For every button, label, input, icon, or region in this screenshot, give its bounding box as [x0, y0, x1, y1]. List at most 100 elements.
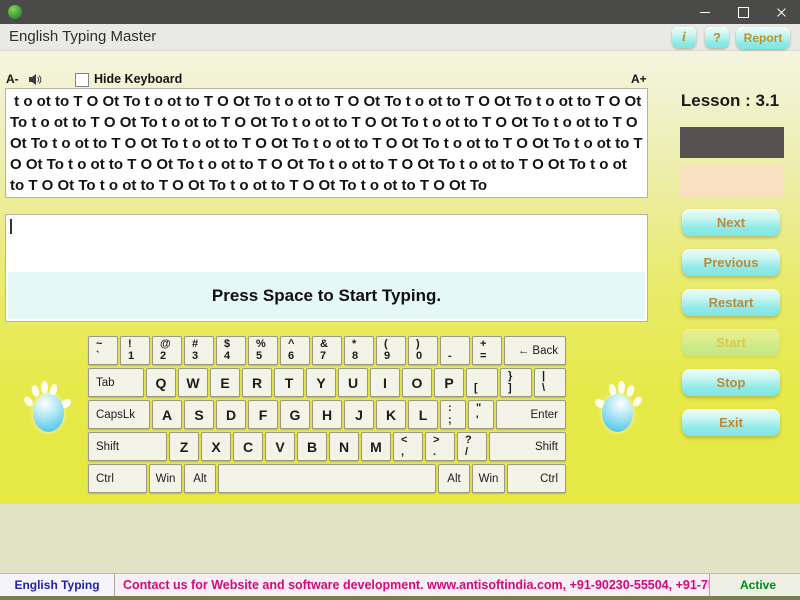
- status-bar: English Typing Master Contact us for Web…: [0, 573, 800, 597]
- key-9: (9: [376, 336, 406, 365]
- maximize-icon: [737, 6, 749, 18]
- key-e: E: [210, 368, 240, 397]
- key-t: T: [274, 368, 304, 397]
- key-]: }]: [500, 368, 532, 397]
- report-button[interactable]: Report: [736, 27, 790, 49]
- key-w: W: [178, 368, 208, 397]
- key-.: >.: [425, 432, 455, 461]
- app-window: English Typing Master i ? Report A- Hide…: [0, 0, 800, 600]
- restart-button[interactable]: Restart: [682, 289, 780, 316]
- lesson-title: Lesson : 3.1: [680, 91, 780, 110]
- keyboard-row: Tab Q W E R T Y U I O P[}] | \: [88, 368, 566, 397]
- prompt-text: Press Space to Start Typing.: [211, 285, 442, 305]
- key-y: Y: [306, 368, 336, 397]
- close-icon: [776, 7, 787, 18]
- key-tab: Tab: [88, 368, 144, 397]
- close-button[interactable]: [762, 0, 800, 24]
- key-m: M: [361, 432, 391, 461]
- key-l: L: [408, 400, 438, 429]
- display-panel-peach: [680, 166, 784, 197]
- exit-button[interactable]: Exit: [682, 409, 780, 436]
- key-space: [218, 464, 436, 493]
- font-increase-button[interactable]: A+: [631, 72, 647, 87]
- lower-band: [0, 504, 800, 573]
- key-shift: Shift: [489, 432, 566, 461]
- key-shift: Shift: [88, 432, 167, 461]
- app-title: English Typing Master: [9, 28, 157, 45]
- key-n: N: [329, 432, 359, 461]
- key-g: G: [280, 400, 310, 429]
- key-8: * 8: [344, 336, 374, 365]
- minimize-button[interactable]: [686, 0, 724, 24]
- key-[: [: [466, 368, 498, 397]
- lesson-text-display: t o ot to T O Ot To t o ot to T O Ot To …: [5, 88, 648, 198]
- minimize-icon: [700, 11, 710, 13]
- text-caret: [10, 219, 12, 234]
- bottom-strip: [0, 596, 800, 600]
- key-capslk: CapsLk: [88, 400, 150, 429]
- key-k: K: [376, 400, 406, 429]
- hide-keyboard-label: Hide Keyboard: [94, 72, 183, 86]
- display-panel-dark: [680, 127, 784, 158]
- next-button[interactable]: Next: [682, 209, 780, 236]
- status-app-name: English Typing Master: [0, 574, 115, 597]
- keyboard-row: CapsLk A S D F G H J K L:; " ' Enter: [88, 400, 566, 429]
- key-a: A: [152, 400, 182, 429]
- key-5: % 5: [248, 336, 278, 365]
- key-3: #3: [184, 336, 214, 365]
- key-v: V: [265, 432, 295, 461]
- key-c: C: [233, 432, 263, 461]
- stop-button[interactable]: Stop: [682, 369, 780, 396]
- key-\: | \: [534, 368, 566, 397]
- keyboard-row: ~ `! 1 @2 #3 $4% 5 ^ 6 & 7 * 8(9) 0- + = ← Back: [88, 336, 566, 365]
- key-ctrl: Ctrl: [507, 464, 566, 493]
- key-z: Z: [169, 432, 199, 461]
- left-hand-icon: [22, 381, 73, 433]
- key-1: ! 1: [120, 336, 150, 365]
- key-7: & 7: [312, 336, 342, 365]
- status-marquee: Contact us for Website and software deve…: [115, 574, 710, 597]
- key-': " ': [468, 400, 494, 429]
- lesson-controls: Next Previous Restart Start Stop Exit: [682, 209, 780, 449]
- right-hand-icon: [593, 381, 644, 433]
- prompt-band: Press Space to Start Typing.: [8, 272, 645, 319]
- key-ctrl: Ctrl: [88, 464, 147, 493]
- key-;: :;: [440, 400, 466, 429]
- key-,: <,: [393, 432, 423, 461]
- key-r: R: [242, 368, 272, 397]
- key-p: P: [434, 368, 464, 397]
- key-f: F: [248, 400, 278, 429]
- previous-button[interactable]: Previous: [682, 249, 780, 276]
- hide-keyboard-checkbox[interactable]: [75, 73, 89, 87]
- typing-input-area[interactable]: Press Space to Start Typing.: [5, 214, 648, 322]
- key-o: O: [402, 368, 432, 397]
- status-active-user: Active User :: [710, 574, 800, 597]
- key-q: Q: [146, 368, 176, 397]
- key-enter: Enter: [496, 400, 566, 429]
- key-0: ) 0: [408, 336, 438, 365]
- key-back: ← Back: [504, 336, 566, 365]
- key-x: X: [201, 432, 231, 461]
- speaker-icon[interactable]: [28, 73, 42, 86]
- key-=: + =: [472, 336, 502, 365]
- key-`: ~ `: [88, 336, 118, 365]
- lesson-text: t o ot to T O Ot To t o ot to T O Ot To …: [10, 93, 647, 194]
- start-button: Start: [682, 329, 780, 356]
- key-d: D: [216, 400, 246, 429]
- app-icon: [8, 5, 22, 19]
- keyboard-row: Ctrl Win Alt Alt Win Ctrl: [88, 464, 566, 493]
- key-s: S: [184, 400, 214, 429]
- titlebar: [0, 0, 800, 24]
- virtual-keyboard: ~ `! 1 @2 #3 $4% 5 ^ 6 & 7 * 8(9) 0- + = ← Back Tab Q W E R T Y…: [88, 336, 566, 496]
- maximize-button[interactable]: [724, 0, 762, 24]
- key--: -: [440, 336, 470, 365]
- key-alt: Alt: [184, 464, 216, 493]
- header-bar: English Typing Master i ? Report: [0, 24, 800, 51]
- key-6: ^ 6: [280, 336, 310, 365]
- font-decrease-button[interactable]: A-: [6, 72, 19, 87]
- help-button[interactable]: ?: [705, 27, 729, 48]
- key-/: ? /: [457, 432, 487, 461]
- key-j: J: [344, 400, 374, 429]
- key-h: H: [312, 400, 342, 429]
- info-button[interactable]: i: [672, 27, 696, 48]
